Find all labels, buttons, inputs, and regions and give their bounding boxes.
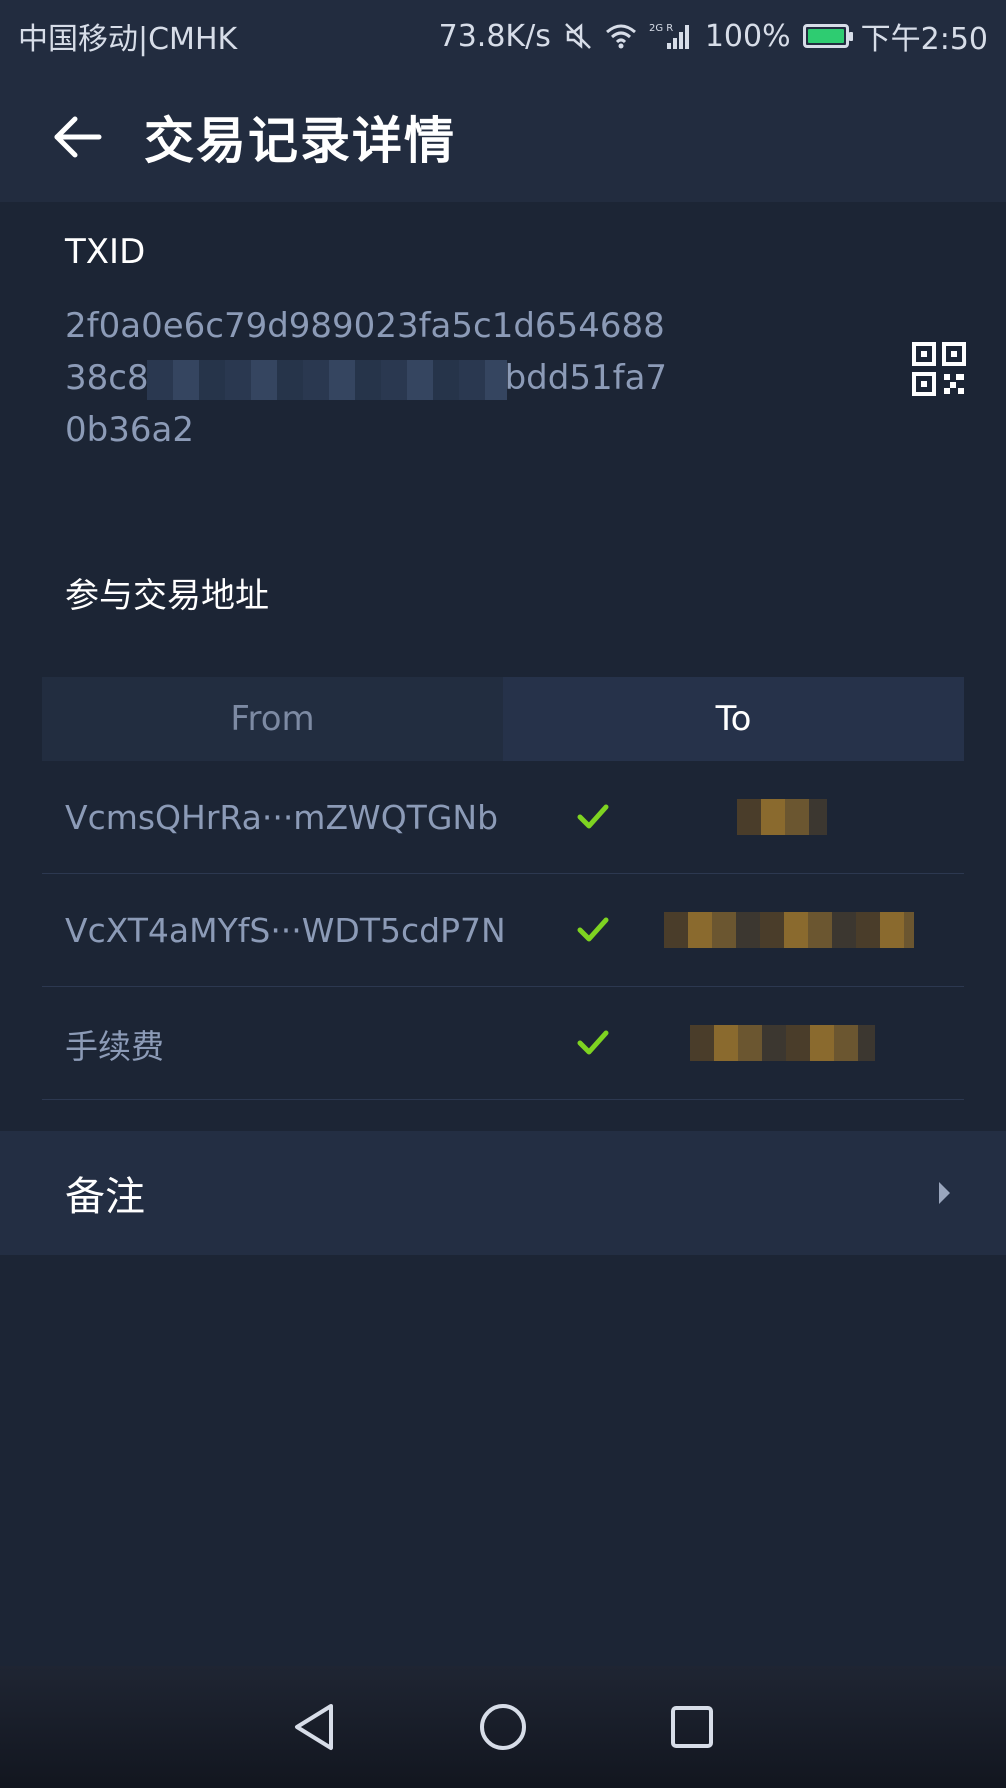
signal-icon: 2G R	[649, 21, 693, 51]
redacted-block	[146, 359, 507, 400]
battery-fill	[807, 29, 844, 43]
address-tabs: From To	[42, 677, 964, 761]
wifi-icon	[605, 22, 637, 50]
battery-percent: 100%	[704, 18, 791, 54]
txid-label: TXID	[65, 232, 146, 272]
address-list: VcmsQHrRa···mZWQTGNb VcXT4aMYfS···WDT5cd…	[42, 761, 964, 1100]
battery-icon	[802, 24, 853, 48]
check-icon	[577, 917, 609, 942]
address-text: VcmsQHrRa···mZWQTGNb	[65, 798, 499, 837]
carrier-label: 中国移动|CMHK	[18, 22, 238, 57]
txid-line-2-start: 38c8	[65, 358, 149, 398]
chevron-right-icon	[939, 1182, 950, 1204]
tab-from[interactable]: From	[42, 677, 503, 761]
redacted-amount	[737, 799, 827, 835]
signal-label: 2G R	[649, 23, 673, 34]
status-bar: 中国移动|CMHK 73.8K/s 2G R 100% 下午2:50	[0, 0, 1006, 72]
list-item[interactable]: VcmsQHrRa···mZWQTGNb	[42, 761, 964, 874]
nav-home-button[interactable]	[473, 1697, 533, 1757]
page-title: 交易记录详情	[144, 112, 456, 170]
check-icon	[577, 804, 609, 829]
redacted-amount	[664, 912, 914, 948]
app-header: 交易记录详情	[0, 72, 1006, 202]
txid-value[interactable]: 2f0a0e6c79d989023fa5c1d654688 38c8 bdd51f…	[65, 300, 705, 456]
qr-code-button[interactable]	[912, 342, 966, 396]
nav-back-button[interactable]	[284, 1697, 344, 1757]
list-item[interactable]: VcXT4aMYfS···WDT5cdP7N	[42, 874, 964, 987]
participants-title: 参与交易地址	[65, 576, 269, 616]
txid-line-2: 38c8 bdd51fa7	[65, 352, 705, 404]
status-indicators: 73.8K/s 2G R 100% 下午2:50	[439, 14, 988, 58]
txid-line-2-end: bdd51fa7	[504, 358, 668, 398]
square-recents-icon	[670, 1706, 713, 1748]
redacted-amount	[690, 1025, 875, 1061]
system-nav-bar	[0, 1666, 1006, 1788]
clock: 下午2:50	[860, 22, 988, 57]
address-text: VcXT4aMYfS···WDT5cdP7N	[65, 911, 506, 950]
triangle-back-icon	[295, 1704, 334, 1750]
notes-row[interactable]: 备注	[0, 1131, 1006, 1255]
txid-line-3: 0b36a2	[65, 410, 194, 450]
arrow-left-icon	[54, 116, 102, 158]
back-button[interactable]	[38, 97, 118, 177]
network-speed: 73.8K/s	[438, 18, 551, 54]
qr-code-icon	[912, 342, 966, 396]
fee-label: 手续费	[65, 1026, 164, 1066]
tab-to[interactable]: To	[503, 677, 964, 761]
list-item[interactable]: 手续费	[42, 987, 964, 1100]
nav-recents-button[interactable]	[662, 1697, 722, 1757]
check-icon	[577, 1030, 609, 1055]
txid-line-1: 2f0a0e6c79d989023fa5c1d654688	[65, 306, 665, 346]
txid-section: TXID 2f0a0e6c79d989023fa5c1d654688 38c8 b…	[0, 202, 1006, 492]
mute-icon	[563, 21, 593, 51]
notes-label: 备注	[65, 1174, 145, 1220]
circle-home-icon	[479, 1704, 526, 1750]
